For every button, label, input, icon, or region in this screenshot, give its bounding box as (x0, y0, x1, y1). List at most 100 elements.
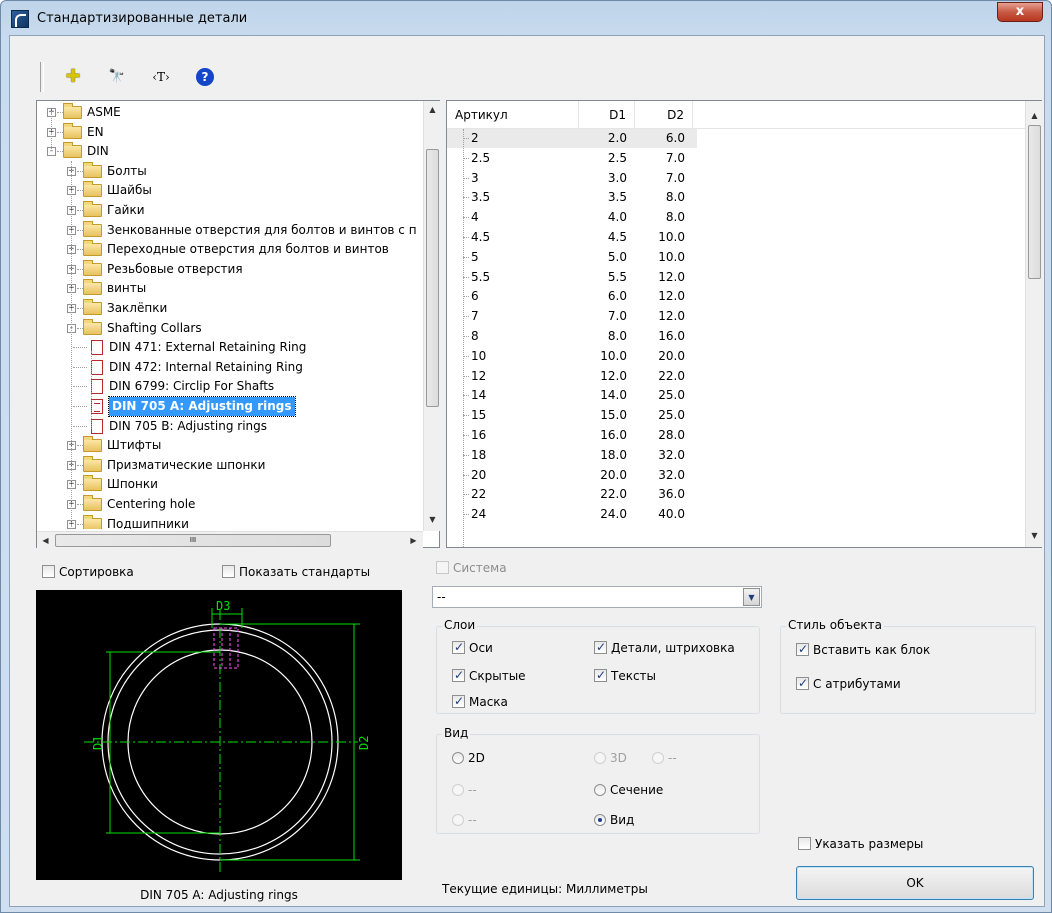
table-row[interactable]: 6 6.0 12.0 (447, 287, 697, 306)
table-row[interactable]: 2.5 2.5 7.0 (447, 149, 697, 168)
column-header-d1[interactable]: D1 (579, 101, 635, 129)
tree-item-label[interactable]: Подшипники (107, 515, 189, 529)
tree-folder-item[interactable]: + Резьбовые отверстия (37, 259, 423, 279)
view-2d-radio-dot[interactable] (452, 752, 464, 764)
table-row[interactable]: 8 8.0 16.0 (447, 327, 697, 346)
table-vscroll-thumb[interactable] (1028, 125, 1041, 279)
table-scroll-down-arrow-icon[interactable]: ▼ (1026, 527, 1043, 544)
tree-hscrollbar[interactable]: ◀ III ▶ (37, 531, 423, 548)
view-view-radio-dot[interactable] (594, 814, 606, 826)
tree-vscrollbar[interactable]: ▲ ▼ (423, 101, 440, 531)
tree-standard-item[interactable]: DIN 705 B: Adjusting rings (37, 417, 423, 436)
add-icon[interactable]: ✚ (62, 66, 84, 88)
table-scroll-up-arrow-icon[interactable]: ▲ (1026, 107, 1043, 124)
tree-folder-item[interactable]: - Shafting Collars (37, 318, 423, 338)
tree-item-label[interactable]: Зенкованные отверстия для болтов и винто… (107, 221, 417, 240)
scroll-right-arrow-icon[interactable]: ▶ (405, 532, 422, 549)
tree-folder-item[interactable]: + винты (37, 279, 423, 298)
binoculars-icon[interactable]: 🔭 (106, 66, 128, 88)
column-header-article[interactable]: Артикул (447, 101, 579, 129)
table-row[interactable]: 16 16.0 28.0 (447, 426, 697, 445)
tree-folder-item[interactable]: + Болты (37, 161, 423, 181)
tree-item-label[interactable]: Болты (107, 162, 147, 181)
tree-item-label[interactable]: DIN (87, 142, 109, 161)
tree-vscroll-thumb[interactable] (426, 149, 439, 407)
column-header-d2[interactable]: D2 (635, 101, 693, 129)
tree-item-label[interactable]: ASME (87, 103, 121, 122)
hidden-checkbox-box[interactable] (452, 667, 465, 683)
ok-button[interactable]: OK (796, 866, 1034, 900)
toolbar-grip[interactable] (40, 62, 44, 92)
tree-folder-item[interactable]: + Призматические шпонки (37, 455, 423, 475)
tree-folder-item[interactable]: + Гайки (37, 201, 423, 220)
table-row[interactable]: 14 14.0 25.0 (447, 386, 697, 405)
mask-checkbox-box[interactable] (452, 693, 465, 709)
chevron-down-icon[interactable]: ▼ (743, 588, 760, 606)
tree-item-label[interactable]: Призматические шпонки (107, 456, 265, 475)
tree-folder-item[interactable]: + Centering hole (37, 495, 423, 514)
standards-tree[interactable]: + ASME + EN - DIN + Болты + Шайбы + Гайки + Зенкованн… (36, 100, 440, 548)
title-bar[interactable]: Стандартизированные детали x (1, 1, 1051, 35)
table-row[interactable]: 15 15.0 25.0 (447, 406, 697, 425)
tree-item-label[interactable]: DIN 471: External Retaining Ring (109, 338, 306, 357)
tree-item-label[interactable]: Шайбы (107, 181, 152, 200)
tree-item-label[interactable]: Переходные отверстия для болтов и винтов (107, 240, 389, 259)
scroll-down-arrow-icon[interactable]: ▼ (424, 511, 441, 528)
parts-table[interactable]: Артикул D1 D2 2 2.0 6.0 2.5 2.5 7.0 3 3.0 7.0 3.5… (446, 100, 1042, 548)
tree-standard-item[interactable]: DIN 472: Internal Retaining Ring (37, 358, 423, 377)
tree-item-label[interactable]: Заклёпки (107, 299, 167, 318)
tree-folder-item[interactable]: + Штифты (37, 436, 423, 455)
tree-folder-item[interactable]: + Подшипники (37, 514, 423, 529)
tree-item-label[interactable]: Centering hole (107, 495, 195, 514)
tree-hscroll-thumb[interactable]: III (55, 534, 331, 547)
tree-item-label[interactable]: Шпонки (107, 475, 158, 494)
specify-sizes-checkbox-box[interactable] (798, 837, 811, 850)
tree-folder-item[interactable]: + Шпонки (37, 475, 423, 494)
tree-item-label[interactable]: Штифты (107, 436, 161, 455)
insert-as-block-checkbox-box[interactable] (796, 641, 809, 657)
tree-item-label[interactable]: DIN 705 A: Adjusting rings (108, 396, 296, 417)
close-button[interactable]: x (997, 2, 1043, 22)
tree-folder-item[interactable]: + Переходные отверстия для болтов и винто… (37, 240, 423, 259)
tree-item-label[interactable]: Shafting Collars (107, 319, 202, 338)
table-row[interactable]: 5 5.0 10.0 (447, 248, 697, 267)
table-row[interactable]: 24 24.0 40.0 (447, 505, 697, 524)
tree-item-label[interactable]: EN (87, 123, 104, 142)
table-row[interactable]: 3 3.0 7.0 (447, 169, 697, 188)
tree-standard-item[interactable]: DIN 6799: Circlip For Shafts (37, 377, 423, 396)
table-row[interactable]: 4.5 4.5 10.0 (447, 228, 697, 247)
tree-item-label[interactable]: DIN 705 B: Adjusting rings (109, 417, 267, 436)
tree-folder-item[interactable]: + EN (37, 122, 423, 142)
tree-item-label[interactable]: Резьбовые отверстия (107, 260, 243, 279)
tree-item-label[interactable]: DIN 6799: Circlip For Shafts (109, 377, 274, 396)
table-row[interactable]: 18 18.0 32.0 (447, 446, 697, 465)
tree-folder-item[interactable]: - DIN (37, 142, 423, 161)
layer-combobox[interactable]: -- ▼ (432, 586, 762, 608)
table-row[interactable]: 3.5 3.5 8.0 (447, 188, 697, 207)
table-row[interactable]: 4 4.0 8.0 (447, 208, 697, 227)
table-row[interactable]: 2 2.0 6.0 (447, 129, 697, 148)
tree-standard-item[interactable]: DIN 705 A: Adjusting rings (37, 396, 423, 417)
scroll-up-arrow-icon[interactable]: ▲ (424, 101, 441, 118)
table-row[interactable]: 5.5 5.5 12.0 (447, 268, 697, 287)
table-row[interactable]: 10 10.0 20.0 (447, 347, 697, 366)
tree-item-label[interactable]: Гайки (107, 201, 145, 220)
tree-folder-item[interactable]: + Заклёпки (37, 299, 423, 318)
tree-item-label[interactable]: винты (107, 279, 146, 298)
table-row[interactable]: 22 22.0 36.0 (447, 485, 697, 504)
table-row[interactable]: 12 12.0 22.0 (447, 367, 697, 386)
tree-standard-item[interactable]: DIN 471: External Retaining Ring (37, 338, 423, 357)
tree-folder-item[interactable]: + ASME (37, 103, 423, 122)
scroll-left-arrow-icon[interactable]: ◀ (37, 532, 54, 549)
tree-item-label[interactable]: DIN 472: Internal Retaining Ring (109, 358, 303, 377)
table-row[interactable]: 20 20.0 32.0 (447, 466, 697, 485)
view-section-radio-dot[interactable] (594, 784, 606, 796)
tree-folder-item[interactable]: + Шайбы (37, 181, 423, 200)
table-vscrollbar[interactable]: ▲ ▼ (1025, 101, 1042, 547)
help-icon[interactable]: ? (196, 68, 214, 86)
axes-checkbox-box[interactable] (452, 639, 465, 655)
with-attributes-checkbox-box[interactable] (796, 675, 809, 691)
tree-folder-item[interactable]: + Зенкованные отверстия для болтов и винт… (37, 220, 423, 240)
details-hatch-checkbox-box[interactable] (594, 639, 607, 655)
sort-checkbox-box[interactable] (42, 565, 55, 578)
